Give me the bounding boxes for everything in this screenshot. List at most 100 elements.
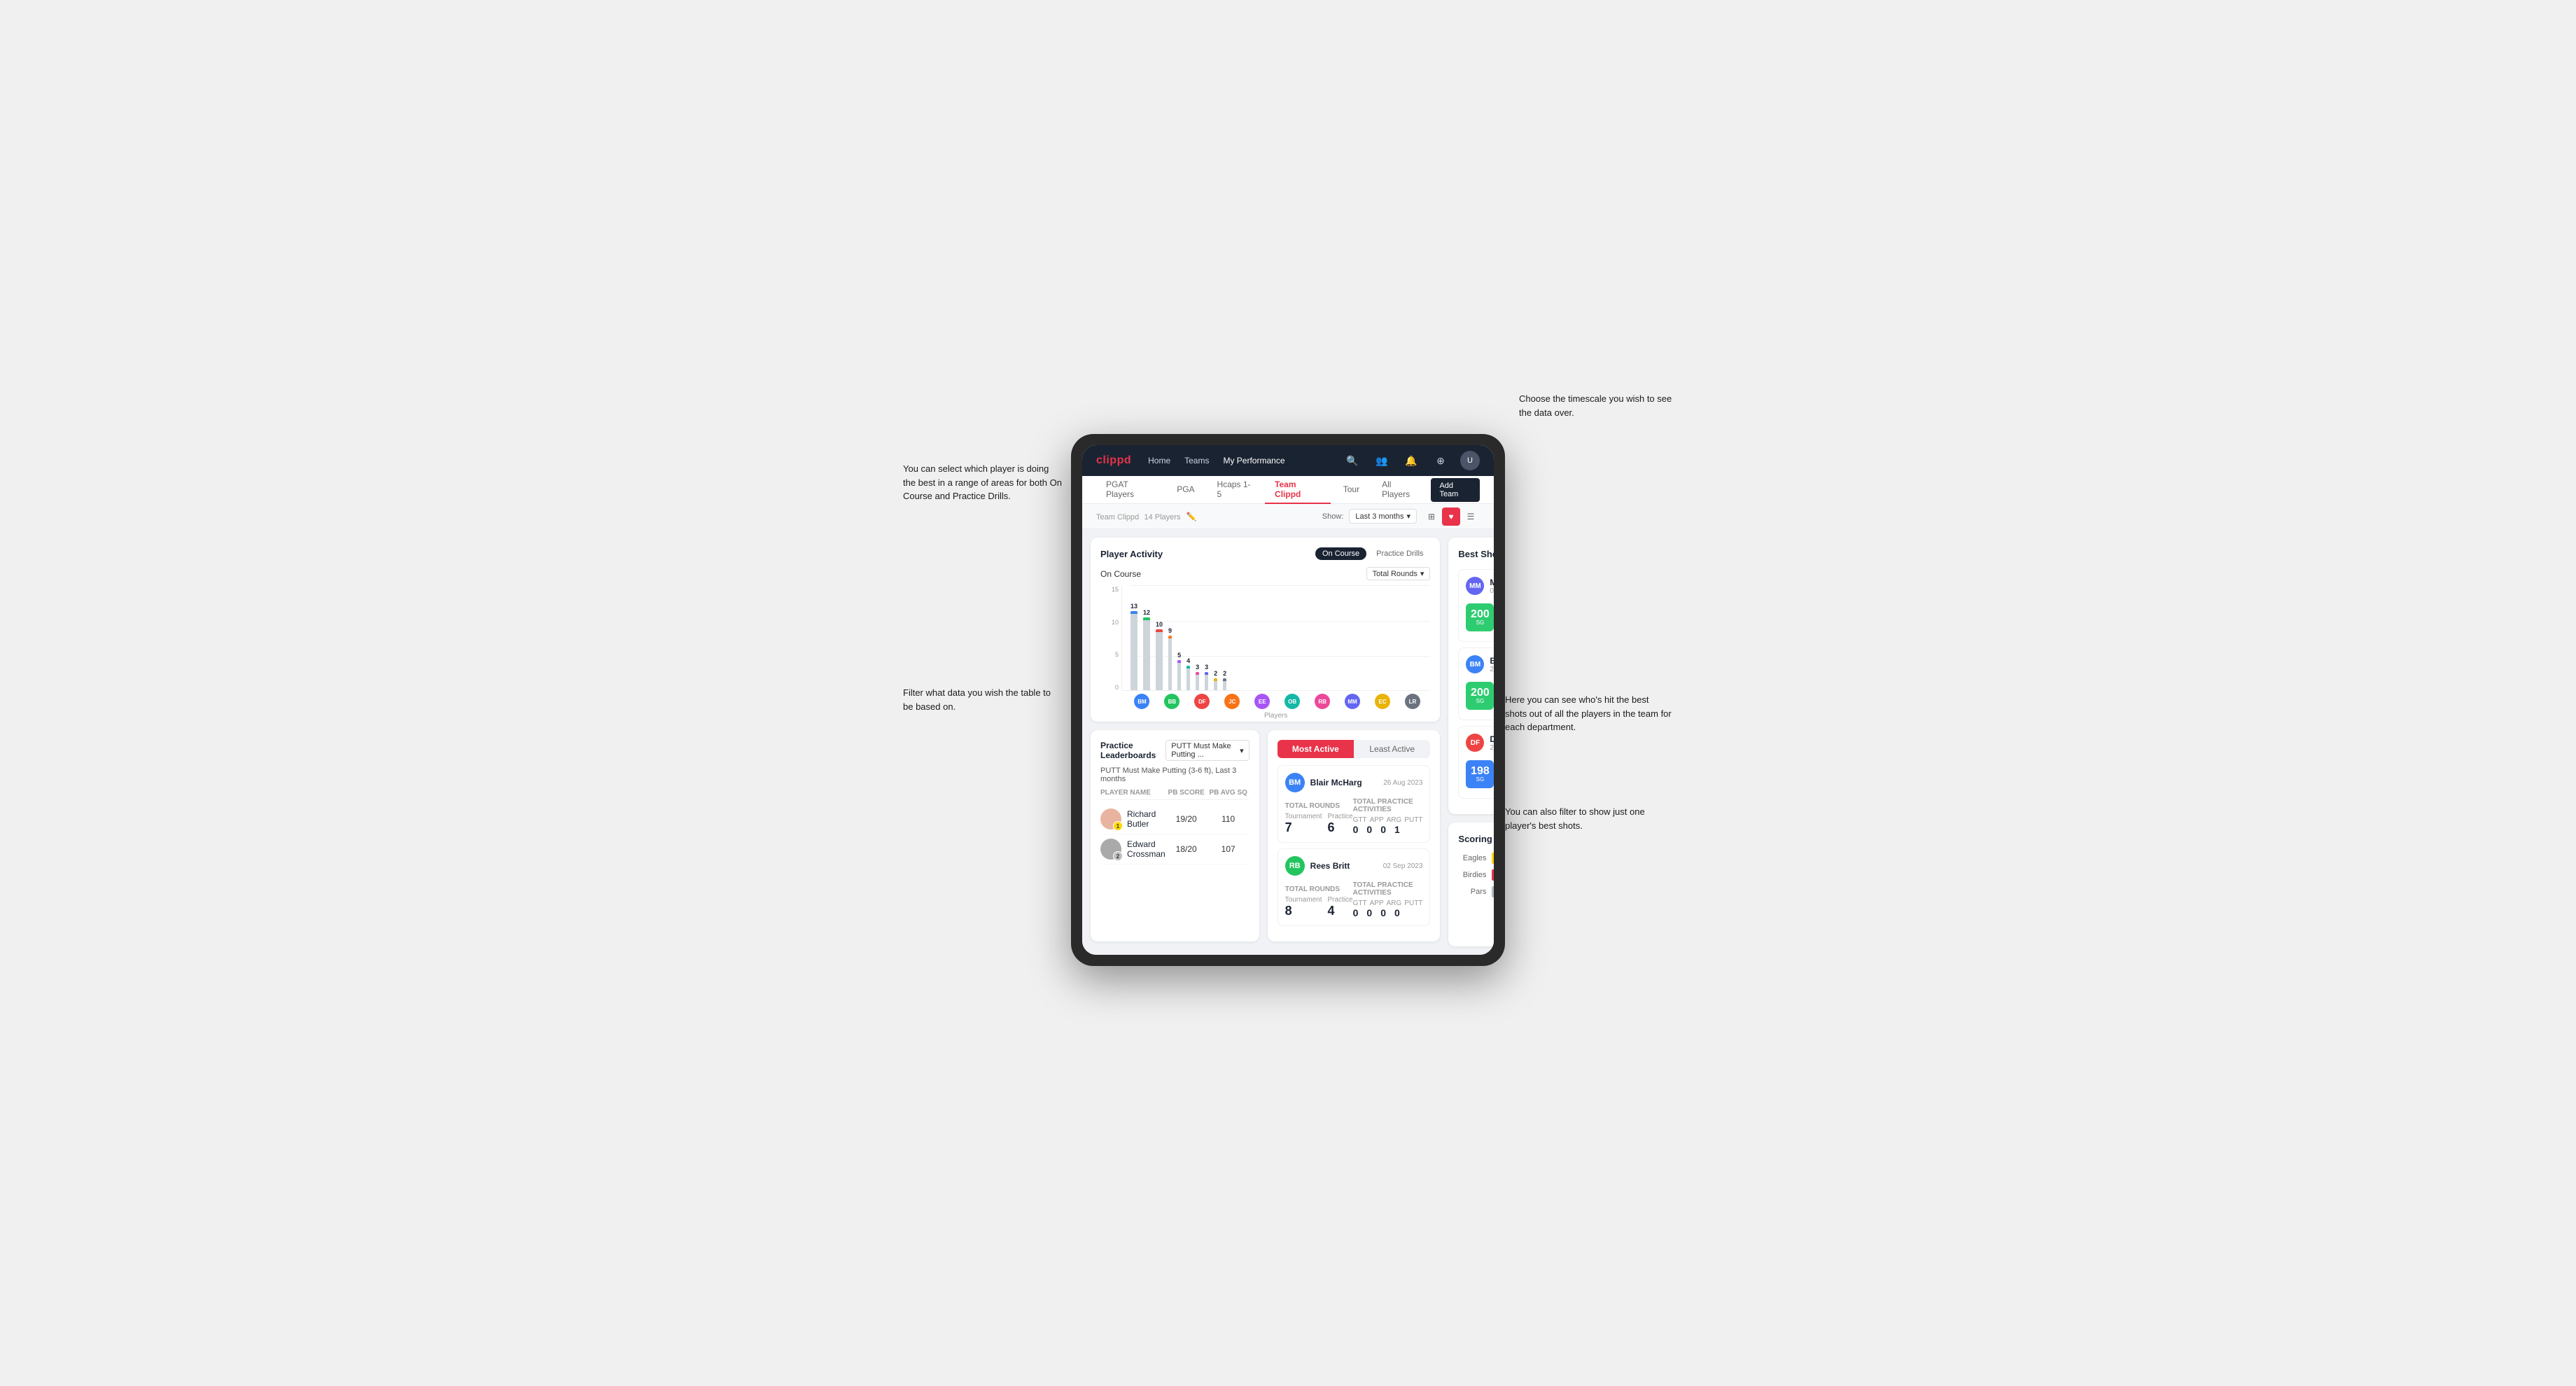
shot-date-2: 23 Jul 2023 — [1490, 666, 1494, 673]
left-column: Player Activity On Course Practice Drill… — [1091, 538, 1440, 946]
time-filter-dropdown[interactable]: Last 3 months ▾ — [1349, 509, 1417, 524]
tab-most-active[interactable]: Most Active — [1278, 740, 1354, 758]
y-label-0: 0 — [1115, 684, 1119, 691]
lb-row-2: 2 Edward Crossman 18/20 107 — [1100, 834, 1250, 864]
apc-avatar-2: RB — [1285, 856, 1305, 876]
avatar-item-9: LR — [1400, 694, 1424, 709]
apc-gtt-val-2: 0 — [1353, 907, 1359, 918]
apc-rounds-1: Total Rounds Tournament 7 Practice — [1285, 802, 1353, 835]
apc-app-label-1: APP — [1370, 816, 1384, 824]
lb-columns: PLAYER NAME PB SCORE PB AVG SQ — [1100, 789, 1250, 800]
users-icon[interactable]: 👥 — [1372, 451, 1392, 470]
nav-link-teams[interactable]: Teams — [1184, 456, 1209, 465]
team-name: Team Clippd 14 Players — [1096, 512, 1180, 522]
annotation-bot-right2: You can also filter to show just one pla… — [1505, 805, 1673, 832]
lb-rank-avatar-2: 2 — [1100, 839, 1121, 860]
apc-practice-activities-label-1: Total Practice Activities — [1353, 798, 1423, 813]
add-team-button[interactable]: Add Team — [1431, 478, 1480, 502]
best-shots-card: Best Shots All Shots ▾ All Players ▾ — [1448, 538, 1494, 814]
activity-tab-pills: On Course Practice Drills — [1315, 547, 1430, 560]
card-title: Player Activity — [1100, 549, 1163, 559]
shot-location-3: 24 Aug 2023 · Royal North Devon GC — [1490, 744, 1494, 752]
pill-practice-drills[interactable]: Practice Drills — [1369, 547, 1430, 560]
birdies-bar — [1492, 869, 1494, 881]
apc-arg-label-1: ARG — [1387, 816, 1402, 824]
lb-col-pb: PB SCORE — [1166, 789, 1208, 797]
heart-view-button[interactable]: ♥ — [1442, 507, 1460, 526]
tab-all-players[interactable]: All Players — [1372, 476, 1428, 504]
apc-avatar-1: BM — [1285, 773, 1305, 792]
lb-dropdown[interactable]: PUTT Must Make Putting ... ▾ — [1166, 740, 1249, 761]
apc-arg-val-1: 0 — [1380, 824, 1386, 835]
y-axis: 15 10 5 0 — [1100, 586, 1121, 691]
shot-score-sub-3: SG — [1476, 777, 1485, 783]
time-filter-value: Last 3 months — [1355, 512, 1404, 521]
active-tabs: Most Active Least Active — [1278, 740, 1431, 758]
list-view-button[interactable]: ☰ — [1462, 507, 1480, 526]
bar-value-4: 5 — [1177, 652, 1181, 659]
pill-on-course[interactable]: On Course — [1315, 547, 1366, 560]
bell-icon[interactable]: 🔔 — [1401, 451, 1421, 470]
tab-least-active[interactable]: Least Active — [1354, 740, 1430, 758]
plus-icon[interactable]: ⊕ — [1431, 451, 1450, 470]
apc-app-label-2: APP — [1370, 899, 1384, 907]
shot-score-sub-2: SG — [1476, 699, 1485, 704]
eagles-label: Eagles — [1458, 854, 1486, 862]
bar-group-2: 10 — [1156, 621, 1163, 690]
bar-value-1: 12 — [1143, 609, 1150, 616]
apc-putt-val-2: 0 — [1394, 907, 1400, 918]
apc-app-val-1: 0 — [1366, 824, 1372, 835]
bar-value-3: 9 — [1168, 627, 1172, 634]
lb-score-pb-2: 18/20 — [1166, 844, 1208, 854]
annotation-mid-left: Filter what data you wish the table to b… — [903, 686, 1057, 713]
shot-entry-3: DF David Ford 24 Aug 2023 · Royal North … — [1458, 726, 1494, 799]
shot-score-badge-2: 200 SG — [1466, 682, 1494, 710]
avatar-item-8: EC — [1371, 694, 1395, 709]
avatar-item-6: RB — [1310, 694, 1335, 709]
search-icon[interactable]: 🔍 — [1343, 451, 1362, 470]
edit-icon[interactable]: ✏️ — [1186, 512, 1196, 522]
mini-avatar-8: EC — [1375, 694, 1390, 709]
lb-header: Practice Leaderboards PUTT Must Make Put… — [1100, 740, 1250, 761]
bar-7 — [1205, 672, 1208, 690]
tab-pgat-players[interactable]: PGAT Players — [1096, 476, 1164, 504]
mini-avatar-9: LR — [1405, 694, 1420, 709]
bar-value-7: 3 — [1205, 664, 1208, 671]
apc-tournament-val-2: 8 — [1285, 904, 1322, 918]
apc-practice-label-1: Practice — [1327, 813, 1352, 820]
apc-practice-activities-label-2: Total Practice Activities — [1353, 881, 1423, 897]
bar-group-9: 2 — [1223, 670, 1226, 690]
tab-team-clippd[interactable]: Team Clippd — [1265, 476, 1331, 504]
nav-link-home[interactable]: Home — [1148, 456, 1170, 465]
most-active-card: Most Active Least Active BM Blair McHar — [1268, 730, 1441, 941]
apc-arg-val-2: 0 — [1380, 907, 1386, 918]
pars-bar — [1492, 886, 1494, 897]
apc-gtt-val-1: 0 — [1353, 824, 1359, 835]
sub-nav: PGAT Players PGA Hcaps 1-5 Team Clippd T… — [1082, 476, 1494, 504]
avatar-item-2: DF — [1190, 694, 1214, 709]
apc-date-2: 02 Sep 2023 — [1383, 862, 1423, 870]
lb-rank-avatar-1: 1 — [1100, 808, 1121, 830]
show-filter: Show: Last 3 months ▾ ⊞ ♥ ☰ — [1322, 507, 1480, 526]
shot-score-value-3: 198 — [1471, 766, 1490, 777]
chart-dropdown[interactable]: Total Rounds ▾ — [1366, 567, 1431, 580]
bar-3 — [1168, 636, 1172, 690]
chart-dropdown-arrow: ▾ — [1420, 569, 1424, 578]
apc-tournament-label-2: Tournament — [1285, 896, 1322, 904]
grid-view-button[interactable]: ⊞ — [1422, 507, 1441, 526]
lb-col-player-name: PLAYER NAME — [1100, 789, 1166, 797]
tab-hcaps[interactable]: Hcaps 1-5 — [1208, 476, 1263, 504]
apc-tournament-label-1: Tournament — [1285, 813, 1322, 820]
lb-score-pb-1: 19/20 — [1166, 814, 1208, 824]
shot-player-row-2: BM Blair McHarg 23 Jul 2023 · Ashridge G… — [1466, 655, 1494, 673]
bar-chart: 15 10 5 0 1312109543322 — [1100, 586, 1430, 712]
shot-avatar-3: DF — [1466, 734, 1484, 752]
active-player-1: BM Blair McHarg 26 Aug 2023 — [1278, 765, 1431, 843]
tab-tour[interactable]: Tour — [1334, 476, 1369, 504]
active-player-2: RB Rees Britt 02 Sep 2023 — [1278, 848, 1431, 926]
nav-link-myperformance[interactable]: My Performance — [1223, 456, 1284, 465]
user-avatar[interactable]: U — [1460, 451, 1480, 470]
chevron-down-icon: ▾ — [1406, 512, 1410, 521]
tab-pga[interactable]: PGA — [1167, 476, 1204, 504]
shot-details-1: 200 SG Shot Dist: 67 yds Start Lie: Roug… — [1466, 601, 1494, 634]
